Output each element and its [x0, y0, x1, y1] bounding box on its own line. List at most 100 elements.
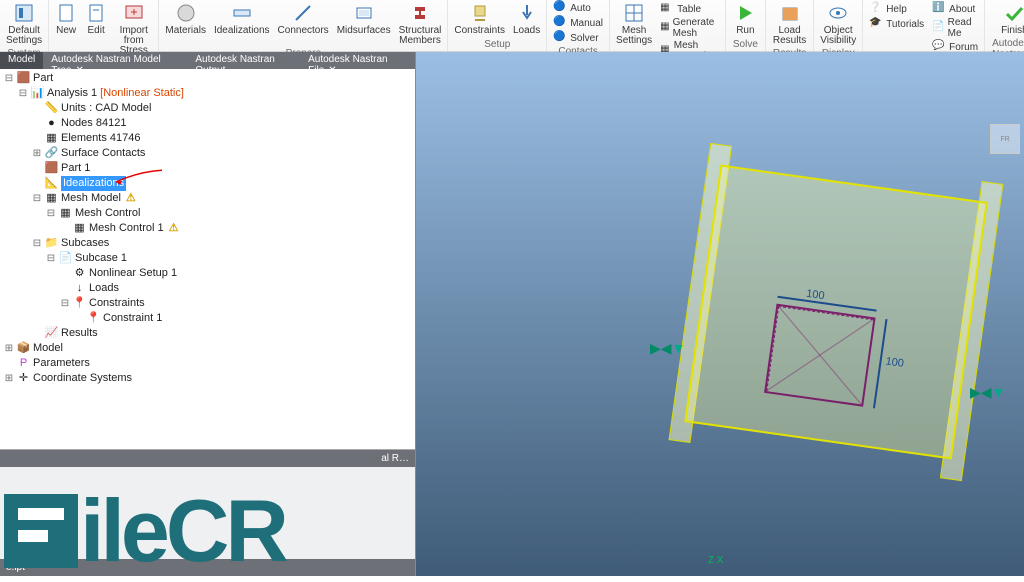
manual-contact-button[interactable]: 🔵Manual [550, 16, 606, 30]
tab-output[interactable]: Autodesk Nastran Output [187, 52, 300, 69]
ribbon-group-analysis: New Edit Import from Stress Analysis Ana… [49, 0, 159, 51]
connectors-button[interactable]: Connectors [275, 1, 332, 37]
ribbon-group-setup: Constraints Loads Setup [448, 0, 547, 51]
tree-elements[interactable]: ▦Elements 41746 [4, 131, 411, 146]
warning-icon: ⚠ [169, 221, 179, 236]
nl-icon: ⚙ [73, 267, 86, 280]
tree-analysis[interactable]: ⊟📊Analysis 1 [Nonlinear Static] [4, 86, 411, 101]
status-tab[interactable]: al R… [0, 450, 415, 467]
tree-loads[interactable]: ↓Loads [4, 281, 411, 296]
new-button[interactable]: New [52, 1, 80, 37]
tree-coord-systems[interactable]: ⊞✛Coordinate Systems [4, 371, 411, 386]
tree-subcase-1[interactable]: ⊟📄Subcase 1 [4, 251, 411, 266]
help-icon: ❔ [869, 2, 883, 16]
loads-icon [516, 2, 538, 24]
midsurfaces-button[interactable]: Midsurfaces [334, 1, 394, 37]
tree-subcases[interactable]: ⊟📁Subcases [4, 236, 411, 251]
param-icon: P [17, 357, 30, 370]
tab-file[interactable]: Autodesk Nastran File✕ [300, 52, 415, 69]
side-panel: Model Autodesk Nastran Model Tree✕ Autod… [0, 52, 416, 576]
mesh-settings-button[interactable]: Mesh Settings [613, 1, 655, 47]
tree-units[interactable]: 📏Units : CAD Model [4, 101, 411, 116]
constraint-icon [469, 2, 491, 24]
object-visibility-button[interactable]: Object Visibility [817, 1, 859, 47]
tree-mesh-model[interactable]: ⊟▦Mesh Model⚠ [4, 191, 411, 206]
tree-constraints[interactable]: ⊟📍Constraints [4, 296, 411, 311]
ribbon-group-display: Object Visibility Display [814, 0, 863, 51]
ribbon-group-contacts: 🔵Auto 🔵Manual 🔵Solver Contacts [547, 0, 610, 51]
constraint-icon: 📍 [87, 312, 100, 325]
viewport-3d[interactable]: FR 100 100 ▶◀▼ ▶◀▼ Z X [416, 52, 1024, 576]
model-tree[interactable]: ⊟🟫Part ⊟📊Analysis 1 [Nonlinear Static] 📏… [0, 69, 415, 449]
axis-gizmo: Z X [708, 555, 724, 566]
viewcube[interactable]: FR [990, 124, 1020, 154]
finish-button[interactable]: Finish [998, 1, 1024, 37]
results-icon: 📈 [45, 327, 58, 340]
tree-root[interactable]: ⊟🟫Part [4, 71, 411, 86]
fea-model[interactable]: 100 100 [657, 141, 1016, 483]
mesh-table-button[interactable]: ▦Table [657, 2, 704, 16]
materials-icon [175, 2, 197, 24]
tree-surface-contacts[interactable]: ⊞🔗Surface Contacts [4, 146, 411, 161]
idealizations-button[interactable]: Idealizations [211, 1, 273, 37]
grid-icon: ▦ [45, 132, 58, 145]
mesh-icon: ▦ [45, 192, 58, 205]
ribbon-group-results: Load Results Results [766, 0, 814, 51]
constraint-icon: 📍 [73, 297, 86, 310]
ribbon-group-mesh: Mesh Settings ▦Table ▦Generate Mesh ▦Mes… [610, 0, 726, 51]
tree-constraint-1[interactable]: 📍Constraint 1 [4, 311, 411, 326]
constraints-button[interactable]: Constraints [451, 1, 508, 37]
materials-button[interactable]: Materials [162, 1, 209, 37]
loads-button[interactable]: Loads [510, 1, 543, 37]
about-button[interactable]: ℹ️About [929, 2, 978, 16]
axis-icon: ✛ [17, 372, 30, 385]
tree-parameters[interactable]: PParameters [4, 356, 411, 371]
manual-icon: 🔵 [553, 16, 567, 30]
file-tab[interactable]: e.ipt [0, 559, 415, 576]
run-icon [734, 2, 756, 24]
ribbon: Default Settings System New Edit Import … [0, 0, 1024, 52]
readme-icon: 📄 [932, 21, 944, 35]
group-label: Solve [729, 38, 762, 51]
results-icon [779, 2, 801, 24]
tab-model-tree[interactable]: Autodesk Nastran Model Tree✕ [43, 52, 187, 69]
structural-members-button[interactable]: Structural Members [396, 1, 445, 47]
tutorials-button[interactable]: 🎓Tutorials [866, 17, 927, 31]
mesh-icon: ▦ [73, 222, 86, 235]
solver-contact-button[interactable]: 🔵Solver [550, 31, 601, 45]
tree-mesh-control-1[interactable]: ▦Mesh Control 1⚠ [4, 221, 411, 236]
tree-model[interactable]: ⊞📦Model [4, 341, 411, 356]
generate-mesh-button[interactable]: ▦Generate Mesh [657, 17, 722, 39]
load-results-button[interactable]: Load Results [769, 1, 810, 47]
readme-button[interactable]: 📄Read Me [929, 17, 981, 39]
tree-results[interactable]: 📈Results [4, 326, 411, 341]
edit-button[interactable]: Edit [82, 1, 110, 37]
mesh-icon [623, 2, 645, 24]
default-settings-button[interactable]: Default Settings [3, 1, 45, 47]
tree-part1[interactable]: 🟫Part 1 [4, 161, 411, 176]
auto-contact-button[interactable]: 🔵Auto [550, 1, 594, 15]
tree-mesh-control[interactable]: ⊟▦Mesh Control [4, 206, 411, 221]
check-icon [1003, 2, 1024, 24]
tree-idealizations[interactable]: 📐Idealizations [4, 176, 411, 191]
group-label: Setup [480, 38, 514, 51]
about-icon: ℹ️ [932, 2, 946, 16]
run-button[interactable]: Run [731, 1, 759, 37]
warning-icon: ⚠ [126, 191, 136, 206]
table-icon: ▦ [660, 2, 674, 16]
model-icon: 📦 [17, 342, 30, 355]
mesh-icon: ▦ [59, 207, 72, 220]
settings-icon [13, 2, 35, 24]
edit-icon [85, 2, 107, 24]
tut-icon: 🎓 [869, 17, 883, 31]
import-icon [123, 2, 145, 24]
annotation-arrow [112, 168, 162, 188]
dimension-h: 100 [805, 288, 825, 302]
tree-nodes[interactable]: ●Nodes 84121 [4, 116, 411, 131]
output-pane: al R… [0, 449, 415, 559]
tab-model[interactable]: Model [0, 52, 43, 69]
help-button[interactable]: ❔Help [866, 2, 910, 16]
side-tabs: Model Autodesk Nastran Model Tree✕ Autod… [0, 52, 415, 69]
cube-icon: 🟫 [17, 72, 30, 85]
tree-nonlinear-setup[interactable]: ⚙Nonlinear Setup 1 [4, 266, 411, 281]
